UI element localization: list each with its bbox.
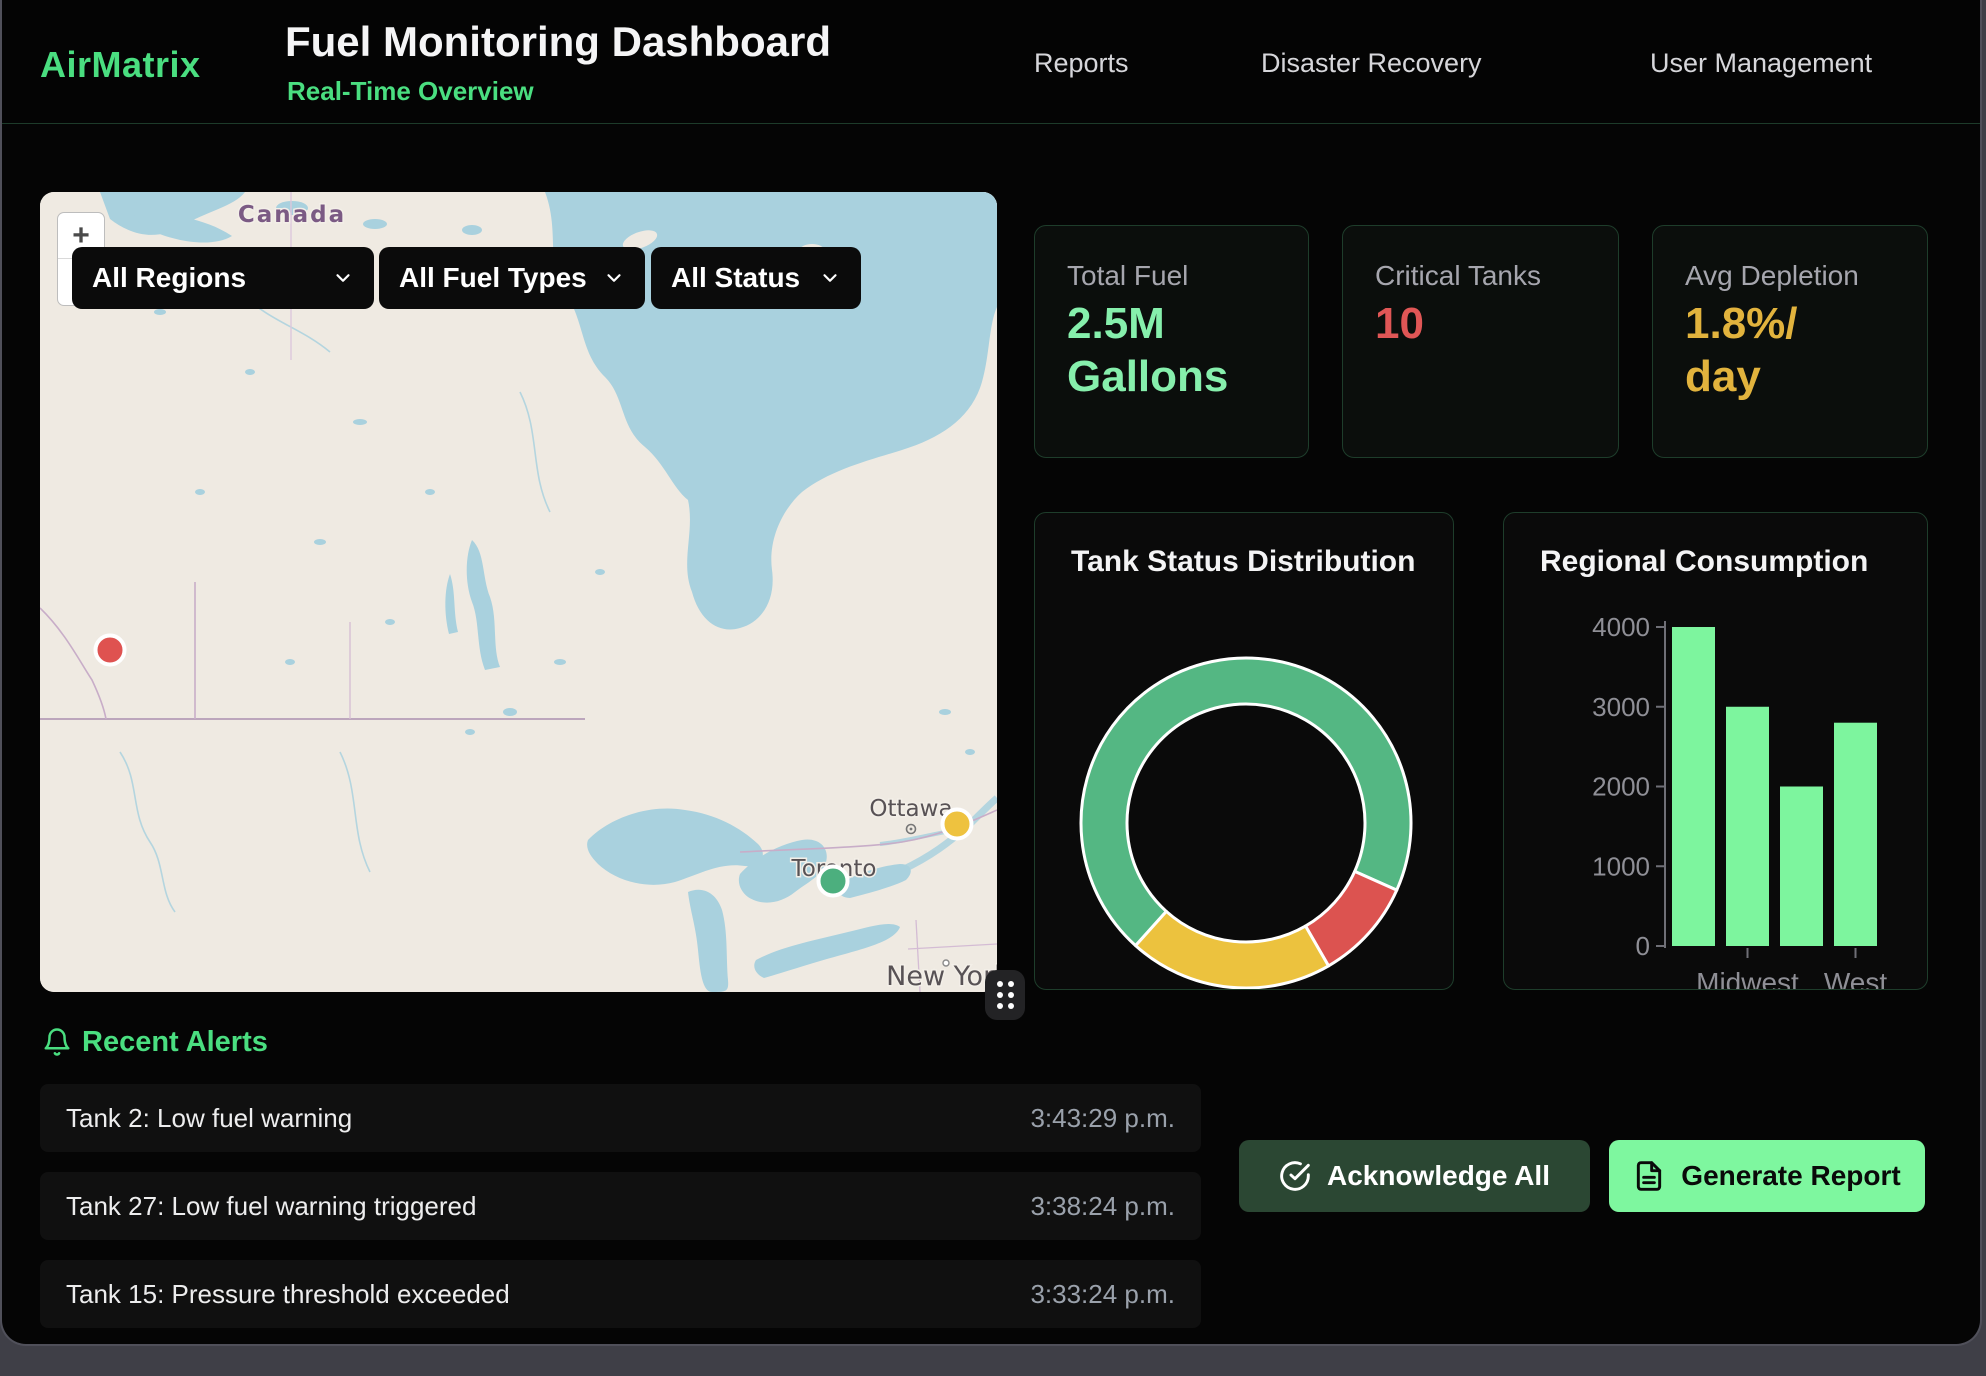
alert-text: Tank 27: Low fuel warning triggered <box>66 1191 476 1222</box>
chevron-down-icon <box>603 267 625 289</box>
status-filter-select[interactable]: All Status <box>651 247 861 309</box>
tank-status-donut <box>1035 513 1455 989</box>
stat-label: Avg Depletion <box>1685 260 1859 292</box>
fuel-map[interactable]: Canada Ottawa Toronto New York <box>40 192 997 992</box>
stat-label: Critical Tanks <box>1375 260 1541 292</box>
y-tick-label: 3000 <box>1592 692 1650 722</box>
alert-row[interactable]: Tank 15: Pressure threshold exceeded 3:3… <box>40 1260 1201 1328</box>
stat-card-avg-depletion: Avg Depletion 1.8%/ day <box>1652 225 1928 458</box>
acknowledge-all-button[interactable]: Acknowledge All <box>1239 1140 1590 1212</box>
map-label-ottawa: Ottawa <box>869 796 952 822</box>
alert-time: 3:33:24 p.m. <box>1030 1279 1175 1310</box>
map-drag-handle[interactable] <box>985 970 1025 1020</box>
stat-card-critical-tanks: Critical Tanks 10 <box>1342 225 1619 458</box>
tank-marker-normal[interactable] <box>819 867 848 896</box>
tank-marker-critical[interactable] <box>96 636 125 665</box>
acknowledge-all-label: Acknowledge All <box>1327 1160 1550 1192</box>
alert-time: 3:43:29 p.m. <box>1030 1103 1175 1134</box>
generate-report-label: Generate Report <box>1681 1160 1900 1192</box>
donut-segment[interactable] <box>1136 911 1329 988</box>
dashboard-root: AirMatrix Fuel Monitoring Dashboard Real… <box>0 0 1982 1346</box>
fuel-type-filter-select[interactable]: All Fuel Types <box>379 247 645 309</box>
y-tick-label: 4000 <box>1592 612 1650 642</box>
nav-user-management[interactable]: User Management <box>1650 48 1872 79</box>
bell-icon <box>42 1026 72 1058</box>
alert-row[interactable]: Tank 2: Low fuel warning 3:43:29 p.m. <box>40 1084 1201 1152</box>
regional-consumption-chart: 0 1000 2000 3000 4000 Midwest West <box>1504 513 1929 989</box>
nav-disaster-recovery[interactable]: Disaster Recovery <box>1261 48 1482 79</box>
fuel-type-filter-value: All Fuel Types <box>399 262 587 294</box>
consumption-bar[interactable] <box>1834 723 1877 946</box>
nav-reports[interactable]: Reports <box>1034 48 1129 79</box>
brand-logo: AirMatrix <box>40 44 201 86</box>
stat-value: 10 <box>1375 298 1424 351</box>
x-tick-label: Midwest <box>1696 967 1799 989</box>
page-title: Fuel Monitoring Dashboard <box>285 18 831 66</box>
map-canvas: Canada Ottawa Toronto New York <box>40 192 997 992</box>
stat-label: Total Fuel <box>1067 260 1188 292</box>
alert-time: 3:38:24 p.m. <box>1030 1191 1175 1222</box>
tank-status-card: Tank Status Distribution <box>1034 512 1454 990</box>
region-filter-value: All Regions <box>92 262 246 294</box>
region-filter-select[interactable]: All Regions <box>72 247 374 309</box>
y-tick-label: 2000 <box>1592 772 1650 802</box>
check-circle-icon <box>1279 1160 1311 1192</box>
stat-card-total-fuel: Total Fuel 2.5M Gallons <box>1034 225 1309 458</box>
generate-report-button[interactable]: Generate Report <box>1609 1140 1925 1212</box>
status-filter-value: All Status <box>671 262 800 294</box>
tank-marker-warning[interactable] <box>943 810 972 839</box>
chevron-down-icon <box>332 267 354 289</box>
alert-text: Tank 2: Low fuel warning <box>66 1103 352 1134</box>
stat-value: 1.8%/ day <box>1685 298 1798 404</box>
y-tick-label: 0 <box>1636 931 1650 961</box>
report-document-icon <box>1633 1160 1665 1192</box>
alert-row[interactable]: Tank 27: Low fuel warning triggered 3:38… <box>40 1172 1201 1240</box>
alert-text: Tank 15: Pressure threshold exceeded <box>66 1279 510 1310</box>
consumption-bar[interactable] <box>1726 707 1769 946</box>
app-header: AirMatrix Fuel Monitoring Dashboard Real… <box>2 0 1980 124</box>
y-tick-label: 1000 <box>1592 851 1650 881</box>
x-tick-label: West <box>1824 967 1887 989</box>
stat-value: 2.5M Gallons <box>1067 298 1228 404</box>
regional-consumption-card: Regional Consumption 01000200030004000Mi… <box>1503 512 1928 990</box>
map-label-new-york: New York <box>886 961 997 992</box>
consumption-bar[interactable] <box>1780 787 1823 947</box>
consumption-bar[interactable] <box>1672 627 1715 946</box>
recent-alerts-title: Recent Alerts <box>82 1026 268 1059</box>
page-subtitle: Real-Time Overview <box>287 76 534 107</box>
chevron-down-icon <box>819 267 841 289</box>
map-label-canada: Canada <box>238 202 346 228</box>
